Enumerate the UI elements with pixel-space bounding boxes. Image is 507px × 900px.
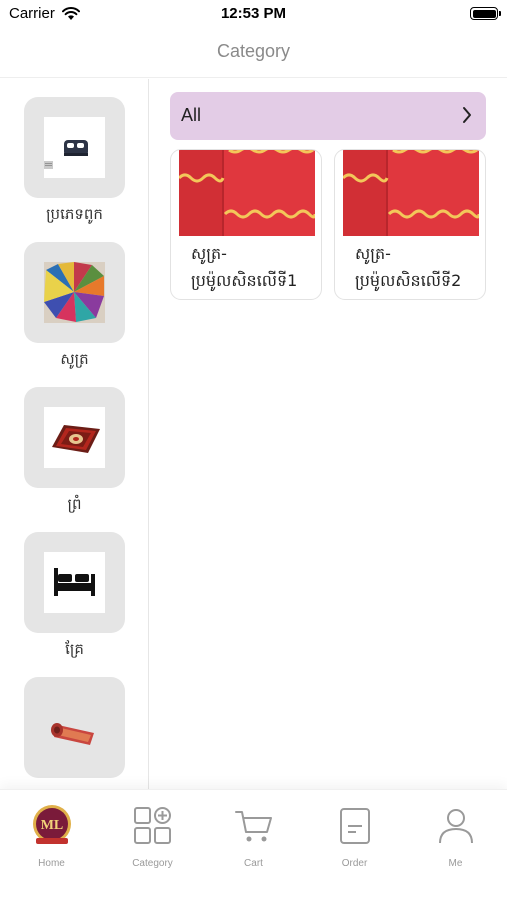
product-image	[343, 150, 479, 236]
silk-fan-icon	[44, 262, 105, 323]
category-content: All សូត្រ-ប្រម៉ូលសិនលើទី1 សូត្រ-ប្រម៉ូលស…	[150, 79, 507, 789]
product-name: សូត្រ-ប្រម៉ូលសិនលើទី2	[355, 244, 462, 290]
product-card[interactable]: សូត្រ-ប្រម៉ូលសិនលើទី2	[334, 149, 486, 300]
person-icon	[434, 804, 478, 848]
tab-category[interactable]: Category	[102, 804, 203, 884]
cart-icon	[232, 804, 276, 848]
category-tile[interactable]	[24, 532, 125, 633]
page-title: Category	[216, 41, 291, 61]
category-tile[interactable]	[24, 387, 125, 488]
bed-icon	[44, 552, 105, 613]
chevron-right-icon	[462, 106, 472, 128]
carpet-icon	[44, 407, 105, 468]
order-icon	[333, 804, 377, 848]
category-tile[interactable]	[24, 97, 125, 198]
tab-home[interactable]: ML Home	[1, 804, 102, 884]
tab-label: Cart	[244, 858, 263, 869]
category-grid-icon	[131, 804, 175, 848]
sidebar-item-label: ព្រំ	[67, 495, 82, 513]
category-sidebar[interactable]: ប្រភេទពូក សូត្រ ព្រំ គ្រែ	[0, 79, 149, 789]
tab-cart[interactable]: Cart	[203, 804, 304, 884]
battery-icon	[470, 7, 501, 20]
tab-label: Me	[448, 858, 463, 869]
tab-label: Order	[341, 858, 368, 869]
product-name: សូត្រ-ប្រម៉ូលសិនលើទី1	[191, 244, 298, 290]
mattress-icon	[44, 117, 105, 178]
sidebar-item-label: សូត្រ	[60, 350, 89, 368]
tab-bar: ML Home Category Cart Order Me	[0, 789, 507, 900]
nav-bar: Category	[0, 30, 507, 78]
sidebar-item-label: គ្រែ	[65, 640, 84, 658]
ml-logo-icon: ML	[30, 804, 74, 848]
tab-order[interactable]: Order	[304, 804, 405, 884]
all-products-button[interactable]: All	[170, 92, 486, 140]
product-image	[179, 150, 315, 236]
category-tile[interactable]	[24, 677, 125, 778]
tab-label: Home	[38, 858, 65, 869]
tab-label: Category	[132, 858, 173, 869]
sidebar-item-label: ប្រភេទពូក	[46, 205, 103, 223]
all-label: All	[181, 105, 202, 125]
product-card[interactable]: សូត្រ-ប្រម៉ូលសិនលើទី1	[170, 149, 322, 300]
svg-text:ML: ML	[40, 818, 63, 833]
tab-me[interactable]: Me	[405, 804, 506, 884]
rolled-rug-icon	[44, 697, 105, 758]
clock: 12:53 PM	[220, 5, 287, 22]
status-bar: Carrier 12:53 PM	[0, 0, 507, 30]
category-tile[interactable]	[24, 242, 125, 343]
